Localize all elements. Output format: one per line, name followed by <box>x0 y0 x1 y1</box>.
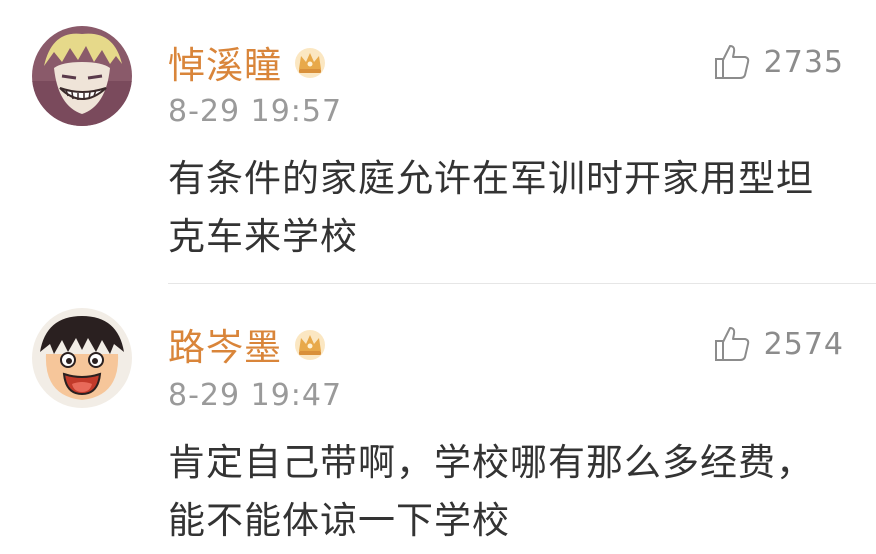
avatar-image <box>32 26 132 126</box>
like-button[interactable]: 2735 <box>712 36 844 88</box>
comment-text: 有条件的家庭允许在军训时开家用型坦克车来学校 <box>168 157 814 258</box>
comment-item: 悼溪瞳 8-29 19:57 有条件的家庭允许在军训时开家用型坦克车来学校 27… <box>0 0 876 283</box>
user-row: 悼溪瞳 <box>168 36 328 88</box>
thumbs-up-icon <box>714 327 749 361</box>
like-count: 2735 <box>763 44 844 80</box>
like-button[interactable]: 2574 <box>712 318 844 370</box>
crown-badge-icon <box>295 330 325 360</box>
user-avatar[interactable] <box>32 308 132 408</box>
comment-timestamp: 8-29 19:57 <box>168 94 343 129</box>
comment-feed: 悼溪瞳 8-29 19:57 有条件的家庭允许在军训时开家用型坦克车来学校 27… <box>0 0 876 554</box>
comment-item: 路岑墨 8-29 19:47 肯定自己带啊，学校哪有那么多经费，能不能体谅一下学… <box>0 284 876 554</box>
avatar-image <box>32 308 132 408</box>
comment-text: 肯定自己带啊，学校哪有那么多经费，能不能体谅一下学校 <box>168 441 814 542</box>
user-avatar[interactable] <box>32 26 132 126</box>
username[interactable]: 路岑墨 <box>168 317 282 371</box>
thumbs-up-icon <box>714 45 749 79</box>
like-count: 2574 <box>763 326 844 362</box>
user-row: 路岑墨 <box>168 318 328 370</box>
crown-badge-icon <box>295 48 325 78</box>
comment-timestamp: 8-29 19:47 <box>168 378 343 413</box>
username[interactable]: 悼溪瞳 <box>168 35 282 89</box>
